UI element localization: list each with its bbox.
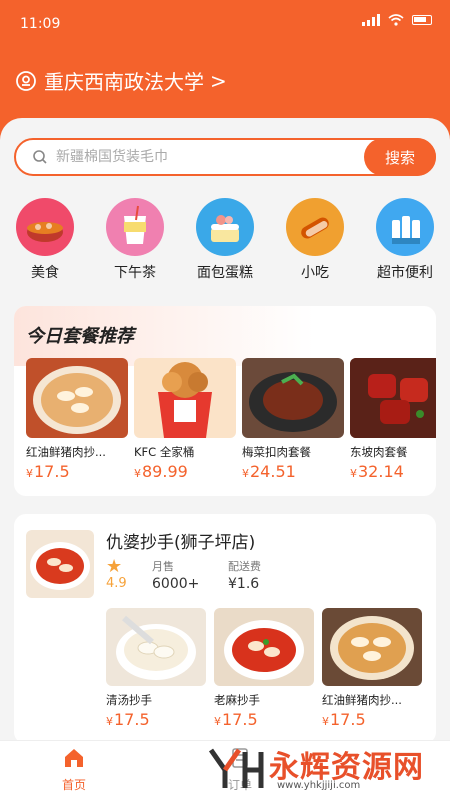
delivery-fee-value: ¥1.6 <box>228 576 260 592</box>
delivery-fee-label: 配送费 <box>228 560 261 573</box>
category-snacks[interactable]: 小吃 <box>270 198 360 282</box>
supermarket-icon <box>376 198 434 256</box>
shop-dish-item[interactable]: 老麻抄手 ¥17.5 <box>214 608 314 729</box>
shop-rating: ★ 4.9 <box>106 556 127 592</box>
dish-photo <box>134 358 236 438</box>
section-title: 今日套餐推荐 <box>26 326 134 347</box>
status-time: 11:09 <box>20 16 61 32</box>
price-value: 89.99 <box>142 462 188 481</box>
shop-dish-list: 清汤抄手 ¥17.5 老麻抄手 ¥17.5 红油鲜猪肉抄... ¥17.5 <box>106 608 436 738</box>
category-label: 面包蛋糕 <box>197 265 253 281</box>
price-value: 24.51 <box>250 462 296 481</box>
dish-price: ¥89.99 <box>134 462 236 481</box>
currency-symbol: ¥ <box>26 467 33 480</box>
location-selector[interactable]: 重庆西南政法大学 > <box>16 66 227 95</box>
category-row: 美食 下午茶 面包蛋糕 小吃 超市便利 <box>0 198 450 288</box>
combo-list: 红油鲜猪肉抄... ¥17.5 KFC 全家桶 ¥89.99 梅菜扣肉套餐 ¥2… <box>26 358 436 488</box>
location-name: 重庆西南政法大学 <box>44 70 204 94</box>
shop-card[interactable]: 仇婆抄手(狮子坪店) ★ 4.9 月售 6000+ 配送费 ¥1.6 清汤抄手 … <box>14 514 436 744</box>
shop-delivery-fee: 配送费 ¥1.6 <box>228 558 261 592</box>
tab-home[interactable]: 首页 <box>34 745 114 793</box>
dish-name: 红油鲜猪肉抄... <box>26 445 106 459</box>
dish-photo <box>26 358 128 438</box>
dish-photo <box>242 358 344 438</box>
category-supermarket[interactable]: 超市便利 <box>360 198 450 282</box>
shop-name: 仇婆抄手(狮子坪店) <box>106 533 256 553</box>
search-input[interactable] <box>56 144 356 170</box>
dish-photo <box>322 608 422 686</box>
price-value: 32.14 <box>358 462 404 481</box>
dish-price: ¥17.5 <box>322 710 422 729</box>
price-value: 17.5 <box>114 710 150 729</box>
price-value: 17.5 <box>34 462 70 481</box>
dish-name: 东坡肉套餐 <box>350 445 408 459</box>
monthly-sales-label: 月售 <box>152 560 174 573</box>
category-label: 下午茶 <box>114 265 156 281</box>
currency-symbol: ¥ <box>350 467 357 480</box>
combo-recommendation-card: 今日套餐推荐 红油鲜猪肉抄... ¥17.5 KFC 全家桶 ¥89.99 梅菜… <box>14 306 436 496</box>
category-food[interactable]: 美食 <box>0 198 90 282</box>
home-icon <box>65 749 83 767</box>
currency-symbol: ¥ <box>134 467 141 480</box>
tab-label: 首页 <box>61 778 86 792</box>
signal-icon <box>362 14 380 26</box>
dish-photo <box>214 608 314 686</box>
dish-name: 老麻抄手 <box>214 693 260 707</box>
category-bakery[interactable]: 面包蛋糕 <box>180 198 270 282</box>
wifi-icon <box>388 14 404 26</box>
dish-photo <box>350 358 436 438</box>
status-icons <box>362 14 432 26</box>
currency-symbol: ¥ <box>106 715 113 728</box>
dish-name: KFC 全家桶 <box>134 445 195 459</box>
status-bar: 11:09 <box>0 0 450 40</box>
cake-icon <box>196 198 254 256</box>
dish-name: 红油鲜猪肉抄... <box>322 693 402 707</box>
dish-price: ¥32.14 <box>350 462 436 481</box>
currency-symbol: ¥ <box>214 715 221 728</box>
shop-monthly-sales: 月售 6000+ <box>152 558 199 592</box>
dish-price: ¥17.5 <box>26 462 128 481</box>
location-pin-icon <box>16 70 36 91</box>
shop-dish-item[interactable]: 清汤抄手 ¥17.5 <box>106 608 206 729</box>
price-value: 17.5 <box>222 710 258 729</box>
shop-dish-item[interactable]: 红油鲜猪肉抄... ¥17.5 <box>322 608 422 729</box>
dish-name: 梅菜扣肉套餐 <box>242 445 311 459</box>
combo-item[interactable]: KFC 全家桶 ¥89.99 <box>134 358 236 481</box>
star-icon: ★ <box>106 556 123 577</box>
shop-stats: ★ 4.9 月售 6000+ 配送费 ¥1.6 <box>106 558 426 598</box>
combo-item[interactable]: 梅菜扣肉套餐 ¥24.51 <box>242 358 344 481</box>
currency-symbol: ¥ <box>322 715 329 728</box>
search-bar: 搜索 <box>14 138 436 176</box>
dish-price: ¥17.5 <box>214 710 314 729</box>
watermark: 永辉资源网 www.yhkjjiji.com <box>205 742 445 794</box>
price-value: 17.5 <box>330 710 366 729</box>
monthly-sales-value: 6000+ <box>152 576 200 592</box>
snack-icon <box>286 198 344 256</box>
category-label: 小吃 <box>301 265 329 281</box>
battery-icon <box>412 15 432 25</box>
dish-price: ¥17.5 <box>106 710 206 729</box>
category-label: 超市便利 <box>377 265 433 281</box>
category-afternoon-tea[interactable]: 下午茶 <box>90 198 180 282</box>
watermark-url: www.yhkjjiji.com <box>277 780 361 791</box>
search-button[interactable]: 搜索 <box>364 138 436 176</box>
chevron-right-icon: > <box>210 68 227 93</box>
dish-name: 清汤抄手 <box>106 693 152 707</box>
drink-cup-icon <box>106 198 164 256</box>
combo-item[interactable]: 东坡肉套餐 ¥32.14 <box>350 358 436 481</box>
dish-photo <box>106 608 206 686</box>
category-label: 美食 <box>31 265 59 281</box>
search-icon <box>33 150 47 164</box>
food-bowl-icon <box>16 198 74 256</box>
dish-price: ¥24.51 <box>242 462 344 481</box>
shop-logo <box>26 530 94 598</box>
combo-item[interactable]: 红油鲜猪肉抄... ¥17.5 <box>26 358 128 481</box>
currency-symbol: ¥ <box>242 467 249 480</box>
watermark-logo <box>208 748 264 788</box>
rating-value: 4.9 <box>106 576 127 591</box>
